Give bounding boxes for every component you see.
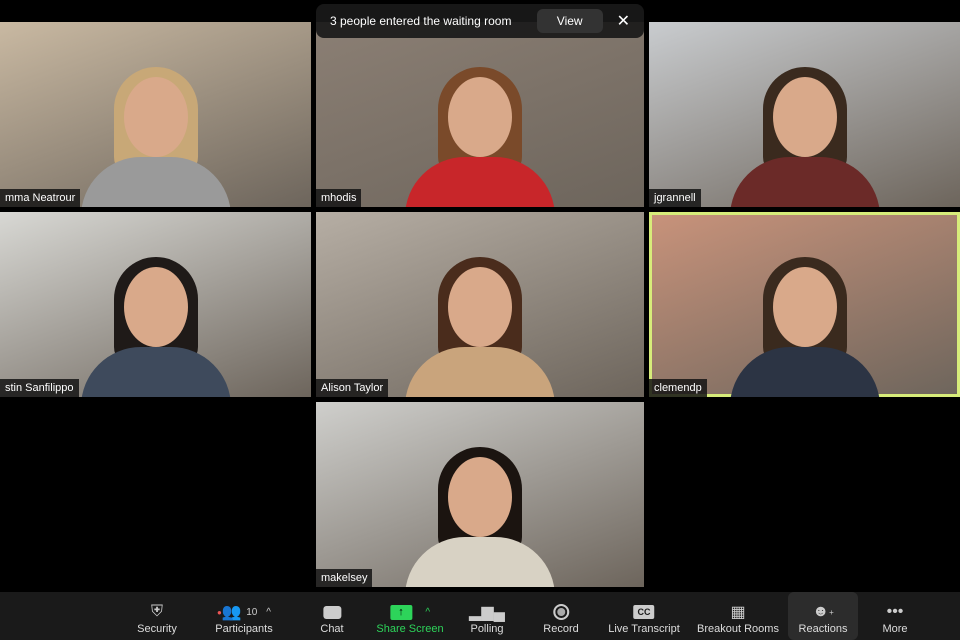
participants-count: 10 [246,606,258,618]
breakout-rooms-label: Breakout Rooms [697,623,779,635]
video-tile[interactable]: makelsey [316,402,644,587]
video-tile[interactable]: stin Sanfilippo [0,212,311,397]
more-label: More [882,623,908,635]
grid-icon: ▦ [730,604,746,621]
breakout-rooms-button[interactable]: ▦ Breakout Rooms [697,592,779,640]
cc-icon: CC [633,601,655,623]
polling-label: Polling [470,623,504,635]
reactions-button[interactable]: ☻ + Reactions [788,592,858,640]
participant-video [80,247,231,397]
participant-name: clemendp [649,379,707,397]
chat-icon [323,601,341,623]
chat-label: Chat [320,623,344,635]
participant-video [729,57,880,207]
participant-name: stin Sanfilippo [0,379,79,397]
more-button[interactable]: ••• More [882,592,907,640]
participants-button[interactable]: ● 👥 10 ^ Participants [215,592,272,640]
ellipsis-icon: ••• [886,603,904,620]
close-icon[interactable]: ✕ [617,11,630,31]
security-label: Security [137,623,177,635]
shield-icon: ⛨ [150,603,163,620]
share-screen-button[interactable]: ↑ ^ Share Screen [376,592,444,640]
participant-name: mhodis [316,189,362,207]
video-tile[interactable]: Alison Taylor [316,212,644,397]
bar-chart-icon: ▂▆▄ [469,604,505,621]
record-button[interactable]: Record [543,592,579,640]
participants-icon: ● 👥 10 ^ [217,604,271,621]
video-tile[interactable]: jgrannell [649,22,960,207]
participant-video [405,437,555,587]
chevron-up-icon[interactable]: ^ [266,607,271,618]
participant-name: makelsey [316,569,373,587]
participant-video [405,57,555,207]
meeting-toolbar: ⛨ Security ● 👥 10 ^ Participants Chat ↑ ^ Sh… [0,592,960,640]
polling-button[interactable]: ▂▆▄ Polling [469,592,505,640]
video-tile[interactable]: clemendp [649,212,960,397]
participants-label: Participants [215,623,273,635]
record-icon [553,601,569,623]
participant-name: jgrannell [649,189,701,207]
view-button[interactable]: View [536,9,603,33]
notification-text: 3 people entered the waiting room [330,14,512,28]
video-tile[interactable]: mhodis [316,22,644,207]
participant-name: Alison Taylor [316,379,389,397]
chat-button[interactable]: Chat [320,592,344,640]
participant-video [405,247,555,397]
reactions-label: Reactions [798,623,848,635]
participant-video [729,247,880,397]
live-transcript-button[interactable]: CC Live Transcript [608,592,680,640]
participant-video [80,57,231,207]
smiley-plus-icon: ☻ + [812,603,834,620]
security-button[interactable]: ⛨ Security [137,592,177,640]
video-tile[interactable]: mma Neatrour [0,22,311,207]
chevron-up-icon[interactable]: ^ [425,607,430,618]
waiting-room-notification: 3 people entered the waiting room View ✕ [316,4,644,38]
participant-name: mma Neatrour [0,189,81,207]
record-label: Record [543,623,579,635]
live-transcript-label: Live Transcript [608,623,680,635]
share-screen-label: Share Screen [376,623,444,635]
share-screen-icon: ↑ ^ [389,601,430,623]
